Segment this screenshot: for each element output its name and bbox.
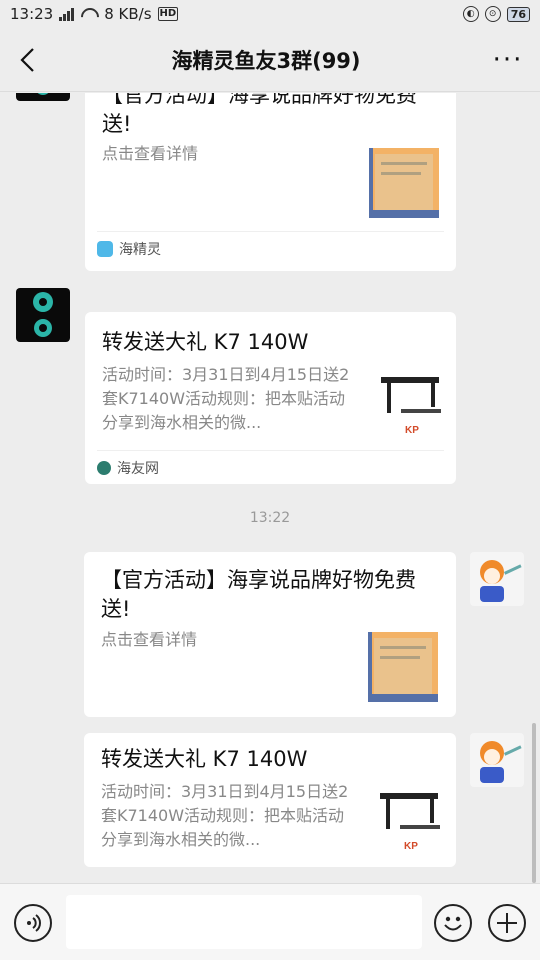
more-button[interactable]: ··· xyxy=(476,28,540,92)
more-icon: ··· xyxy=(492,44,524,75)
message-timestamp: 13:22 xyxy=(249,510,291,526)
my-avatar[interactable] xyxy=(470,733,524,787)
card-thumbnail xyxy=(368,632,438,702)
emoji-icon xyxy=(444,916,462,931)
network-speed: 8 KB/s xyxy=(104,5,152,23)
sender-avatar[interactable] xyxy=(16,288,70,342)
svg-text:KP: KP xyxy=(404,841,418,852)
back-button[interactable] xyxy=(0,28,56,92)
source-app-icon xyxy=(97,460,111,475)
battery-icon: 76 xyxy=(506,6,530,22)
svg-text:KP: KP xyxy=(405,425,419,436)
source-name: 海友网 xyxy=(117,460,159,477)
chat-title: 海精灵鱼友3群(99) xyxy=(171,48,361,73)
link-card[interactable]: 【官方活动】海享说品牌好物免费送! 点击查看详情 海精灵 xyxy=(85,93,456,271)
card-desc: 点击查看详情 xyxy=(102,144,199,163)
voice-icon xyxy=(27,914,41,932)
hd-icon: HD xyxy=(157,7,179,21)
plus-icon xyxy=(497,913,517,933)
lock-icon: ⊙ xyxy=(484,6,501,22)
card-thumbnail: KP xyxy=(374,785,444,855)
link-card[interactable]: 转发送大礼 K7 140W 活动时间：3月31日到4月15日送2套K7140W活… xyxy=(85,312,456,484)
input-bar xyxy=(0,883,540,960)
status-bar: 13:23 8 KB/s HD ◐ ⊙ 76 xyxy=(0,0,540,28)
message-input[interactable] xyxy=(66,895,422,949)
status-time: 13:23 xyxy=(10,5,54,23)
source-app-icon xyxy=(97,240,113,257)
link-card[interactable]: 转发送大礼 K7 140W 活动时间：3月31日到4月15日送2套K7140W活… xyxy=(84,733,456,867)
card-source: 海友网 xyxy=(97,450,444,484)
card-title: 【官方活动】海享说品牌好物免费送! xyxy=(101,568,416,621)
card-source: 海精灵 xyxy=(97,231,444,265)
back-arrow-icon xyxy=(20,47,34,72)
chat-header: 海精灵鱼友3群(99) ··· xyxy=(0,28,540,92)
chat-area[interactable]: 【官方活动】海享说品牌好物免费送! 点击查看详情 海精灵 转发送大礼 K7 14… xyxy=(0,93,540,883)
sender-avatar[interactable] xyxy=(16,93,70,101)
wifi-icon xyxy=(80,7,98,21)
link-card[interactable]: 【官方活动】海享说品牌好物免费送! 点击查看详情 xyxy=(84,552,456,717)
voice-button[interactable] xyxy=(14,904,52,942)
emoji-button[interactable] xyxy=(434,904,472,942)
card-desc: 点击查看详情 xyxy=(101,630,198,649)
card-thumbnail: KP xyxy=(375,369,445,439)
card-title: 【官方活动】海享说品牌好物免费送! xyxy=(102,93,417,136)
chat-scrollbar[interactable] xyxy=(532,723,536,883)
card-title: 转发送大礼 K7 140W xyxy=(102,330,309,354)
plus-button[interactable] xyxy=(488,904,526,942)
card-title: 转发送大礼 K7 140W xyxy=(101,747,308,771)
moon-icon: ◐ xyxy=(462,6,479,22)
source-name: 海精灵 xyxy=(119,241,161,258)
card-desc: 活动时间：3月31日到4月15日送2套K7140W活动规则：把本贴活动分享到海水… xyxy=(101,782,349,849)
signal-icon xyxy=(59,7,75,21)
card-thumbnail xyxy=(369,148,439,218)
my-avatar[interactable] xyxy=(470,552,524,606)
card-desc: 活动时间：3月31日到4月15日送2套K7140W活动规则：把本贴活动分享到海水… xyxy=(102,365,350,432)
